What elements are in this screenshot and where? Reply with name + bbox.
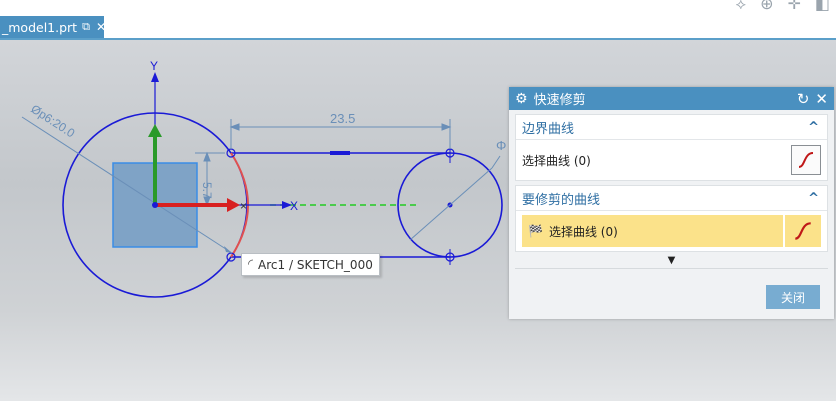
group-header-boundary[interactable]: 边界曲线 ^ (516, 115, 827, 140)
arc-icon: ◜ (248, 257, 254, 272)
dialog-title: 快速修剪 (533, 93, 586, 108)
selection-tooltip: ◜ Arc1 / SKETCH_000 (241, 253, 380, 276)
group-title: 边界曲线 (522, 121, 575, 137)
group-header-trim[interactable]: 要修剪的曲线 ^ (516, 186, 827, 211)
chevron-down-icon[interactable]: ▼ (668, 255, 676, 266)
trim-select-field[interactable]: 🏁 选择曲线 (0) (522, 215, 783, 247)
select-curve-label: 选择曲线 (0) (548, 224, 618, 239)
right-diameter-leader[interactable] (409, 167, 493, 241)
flag-icon: 🏁 (528, 224, 543, 238)
popout-icon[interactable]: ⧉ (82, 20, 90, 34)
more-options-expander[interactable]: ▼ (509, 252, 834, 268)
curve-icon (794, 222, 811, 240)
gear-icon[interactable]: ⚙ (515, 91, 528, 107)
tab-bar: _model1.prt ⧉ ✕ (0, 16, 836, 40)
chevron-up-icon[interactable]: ^ (808, 120, 819, 135)
boundary-select-row[interactable]: 选择曲线 (0) (516, 140, 827, 180)
tab-model1[interactable]: _model1.prt ⧉ ✕ (0, 16, 106, 38)
constraint-mark-top (330, 151, 350, 155)
group-curves-to-trim: 要修剪的曲线 ^ 🏁 选择曲线 (0) (515, 185, 828, 252)
chevron-up-icon[interactable]: ^ (808, 191, 819, 206)
curve-select-button[interactable] (783, 215, 821, 247)
x-axis-label: X (290, 199, 298, 213)
group-title: 要修剪的曲线 (522, 192, 601, 208)
tab-title: _model1.prt (2, 19, 78, 35)
divider (515, 268, 828, 269)
view-icon[interactable]: ◧ (815, 0, 830, 13)
dim-vertical-text[interactable]: 5.7 (200, 182, 214, 199)
select-curve-label: 选择曲线 (0) (522, 153, 591, 168)
add-icon[interactable]: ⊕ (760, 0, 773, 13)
top-toolbar: ⟡ ⊕ ✛ ◧ (0, 0, 836, 16)
reset-icon[interactable]: ↻ (797, 90, 810, 108)
curve-select-button[interactable] (791, 145, 821, 175)
dim-horizontal-text[interactable]: 23.5 (330, 111, 355, 126)
dim-right-partial-text: Φ (496, 138, 506, 153)
dim-diameter-text[interactable]: Øp6:20.0 (28, 102, 77, 141)
close-tab-icon[interactable]: ✕ (96, 20, 106, 34)
toolbar-icons: ⟡ ⊕ ✛ ◧ (735, 0, 830, 13)
quick-trim-dialog: ⚙ 快速修剪 ↻ ✕ 边界曲线 ^ 选择曲线 (0) 要修剪的曲线 ^ 🏁 选择… (509, 87, 834, 319)
dialog-header: ⚙ 快速修剪 ↻ ✕ (509, 87, 834, 110)
move-icon[interactable]: ✛ (787, 0, 800, 13)
group-boundary-curves: 边界曲线 ^ 选择曲线 (0) (515, 114, 828, 181)
close-icon[interactable]: ✕ (815, 90, 828, 108)
trim-select-row[interactable]: 🏁 选择曲线 (0) (522, 215, 821, 247)
snap-icon[interactable]: ⟡ (735, 0, 746, 13)
x-marker: × (240, 199, 247, 213)
curve-icon (798, 152, 814, 168)
tooltip-text: Arc1 / SKETCH_000 (258, 257, 373, 272)
close-button[interactable]: 关闭 (766, 285, 820, 309)
y-axis-label: Y (150, 59, 158, 73)
